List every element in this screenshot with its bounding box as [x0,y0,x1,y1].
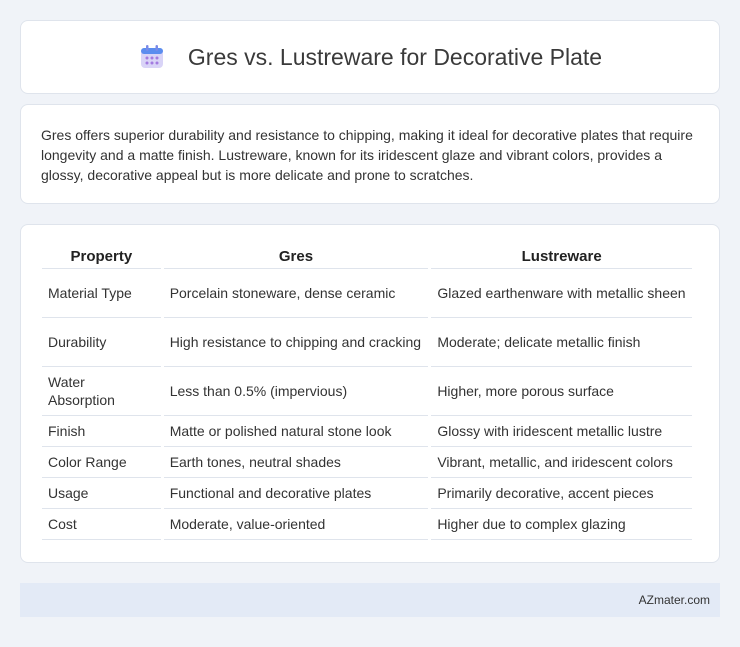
header-gres: Gres [163,245,429,269]
table-row: Material Type Porcelain stoneware, dense… [42,269,692,318]
table-row: Color Range Earth tones, neutral shades … [42,447,692,478]
comparison-table-card: Property Gres Lustreware Material Type P… [20,224,720,563]
row-property: Finish [42,416,161,447]
header-property: Property [42,245,161,269]
row-lustreware: Glossy with iridescent metallic lustre [431,416,692,447]
intro-card: Gres offers superior durability and resi… [20,104,720,204]
footer: AZmater.com [20,583,720,617]
comparison-table: Property Gres Lustreware Material Type P… [39,245,695,540]
row-gres: Matte or polished natural stone look [163,416,429,447]
row-lustreware: Higher due to complex glazing [431,509,692,540]
row-property: Color Range [42,447,161,478]
row-gres: Earth tones, neutral shades [163,447,429,478]
row-gres: Less than 0.5% (impervious) [163,367,429,416]
row-gres: High resistance to chipping and cracking [163,318,429,367]
row-property: Usage [42,478,161,509]
calendar-icon [138,43,166,71]
row-property: Water Absorption [42,367,161,416]
table-row: Cost Moderate, value-oriented Higher due… [42,509,692,540]
table-row: Durability High resistance to chipping a… [42,318,692,367]
row-lustreware: Higher, more porous surface [431,367,692,416]
header-lustreware: Lustreware [431,245,692,269]
row-property: Material Type [42,269,161,318]
intro-paragraph: Gres offers superior durability and resi… [41,127,693,183]
row-gres: Moderate, value-oriented [163,509,429,540]
title-card: Gres vs. Lustreware for Decorative Plate [20,20,720,94]
row-lustreware: Vibrant, metallic, and iridescent colors [431,447,692,478]
row-lustreware: Primarily decorative, accent pieces [431,478,692,509]
table-row: Finish Matte or polished natural stone l… [42,416,692,447]
row-gres: Functional and decorative plates [163,478,429,509]
footer-brand: AZmater.com [638,593,710,607]
row-lustreware: Glazed earthenware with metallic sheen [431,269,692,318]
table-row: Water Absorption Less than 0.5% (impervi… [42,367,692,416]
row-property: Cost [42,509,161,540]
page-title: Gres vs. Lustreware for Decorative Plate [187,43,603,70]
table-header-row: Property Gres Lustreware [42,245,692,269]
row-property: Durability [42,318,161,367]
table-row: Usage Functional and decorative plates P… [42,478,692,509]
row-gres: Porcelain stoneware, dense ceramic [163,269,429,318]
row-lustreware: Moderate; delicate metallic finish [431,318,692,367]
